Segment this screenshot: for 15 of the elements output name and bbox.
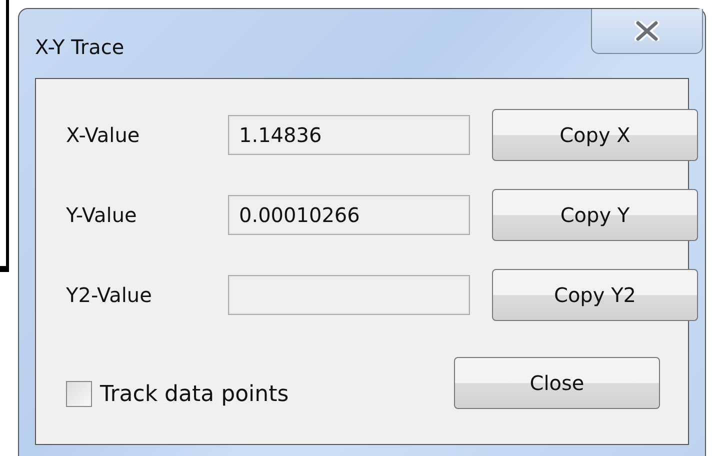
value-field[interactable] xyxy=(228,275,470,315)
copy-button[interactable]: Copy Y2 xyxy=(492,269,698,321)
copy-button[interactable]: Copy Y xyxy=(492,189,698,241)
field-label: X-Value xyxy=(66,123,141,147)
field-label: Y2-Value xyxy=(66,283,153,307)
close-dialog-button[interactable]: Close xyxy=(454,357,660,409)
close-button[interactable] xyxy=(591,9,703,54)
checkbox[interactable] xyxy=(66,381,92,407)
window-title: X-Y Trace xyxy=(35,35,124,59)
close-icon xyxy=(634,21,660,41)
checkbox-label: Track data points xyxy=(100,382,289,406)
copy-button[interactable]: Copy X xyxy=(492,109,698,161)
value-field[interactable]: 1.14836 xyxy=(228,115,470,155)
value-field[interactable]: 0.00010266 xyxy=(228,195,470,235)
field-label: Y-Value xyxy=(66,203,138,227)
